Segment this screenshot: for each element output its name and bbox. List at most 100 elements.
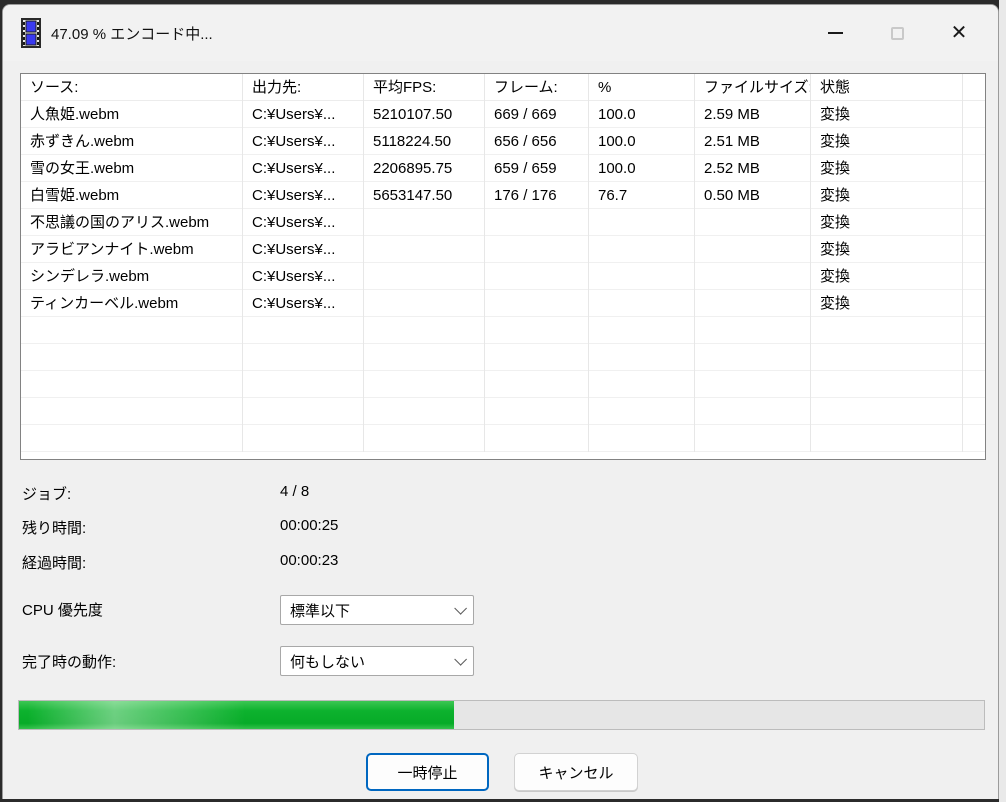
table-cell [485, 236, 589, 263]
table-cell [589, 344, 695, 371]
minimize-button[interactable] [804, 13, 866, 53]
table-cell [485, 371, 589, 398]
table-cell [963, 398, 985, 425]
table-cell: 176 / 176 [485, 182, 589, 209]
pause-button[interactable]: 一時停止 [366, 753, 489, 791]
table-cell [963, 371, 985, 398]
table-cell [485, 209, 589, 236]
table-cell [21, 371, 243, 398]
table-cell [21, 398, 243, 425]
table-row[interactable]: シンデレラ.webm C:¥Users¥... 変換 [21, 263, 985, 290]
table-cell [695, 290, 811, 317]
table-cell: C:¥Users¥... [243, 263, 364, 290]
table-cell [963, 128, 985, 155]
table-cell: 2206895.75 [364, 155, 485, 182]
table-cell [963, 209, 985, 236]
table-row[interactable]: ティンカーベル.webm C:¥Users¥... 変換 [21, 290, 985, 317]
table-cell [485, 425, 589, 452]
table-cell [485, 344, 589, 371]
completion-action-label: 完了時の動作: [22, 654, 117, 671]
table-row [21, 398, 985, 425]
table-cell [243, 371, 364, 398]
table-row [21, 371, 985, 398]
maximize-icon [890, 26, 904, 40]
column-header[interactable] [963, 74, 985, 101]
table-row[interactable]: 不思議の国のアリス.webm C:¥Users¥... 変換 [21, 209, 985, 236]
table-cell [485, 398, 589, 425]
column-header[interactable]: ソース: [21, 74, 243, 101]
table-cell: C:¥Users¥... [243, 290, 364, 317]
table-cell [589, 425, 695, 452]
table-cell [695, 263, 811, 290]
table-cell [963, 263, 985, 290]
job-list: ソース: 出力先: 平均FPS: フレーム:% ファイルサイズ: 状態 人魚姫.webm C… [20, 73, 986, 460]
table-cell [589, 371, 695, 398]
time-elapsed-label: 経過時間: [22, 555, 87, 572]
close-button[interactable]: ✕ [928, 13, 990, 53]
table-cell: C:¥Users¥... [243, 236, 364, 263]
table-cell [364, 344, 485, 371]
table-cell: C:¥Users¥... [243, 101, 364, 128]
table-cell: 白雪姫.webm [21, 182, 243, 209]
table-cell [963, 344, 985, 371]
table-cell [589, 263, 695, 290]
column-header[interactable]: 状態 [811, 74, 963, 101]
table-cell [963, 290, 985, 317]
table-cell: 5653147.50 [364, 182, 485, 209]
table-cell [364, 290, 485, 317]
cpu-priority-select[interactable]: 標準以下 [280, 595, 474, 625]
table-cell [811, 317, 963, 344]
table-cell [589, 398, 695, 425]
completion-action-value: 何もしない [290, 653, 366, 671]
table-row[interactable]: 人魚姫.webm C:¥Users¥... 5210107.50 669 / 669 1… [21, 101, 985, 128]
table-cell: 変換 [811, 236, 963, 263]
table-cell: 人魚姫.webm [21, 101, 243, 128]
table-cell [243, 425, 364, 452]
column-header[interactable]: 平均FPS: [364, 74, 485, 101]
table-cell [243, 344, 364, 371]
table-cell: 2.59 MB [695, 101, 811, 128]
table-cell: C:¥Users¥... [243, 209, 364, 236]
table-cell [695, 398, 811, 425]
column-header[interactable]: % [589, 74, 695, 101]
table-row[interactable]: アラビアンナイト.webm C:¥Users¥... 変換 [21, 236, 985, 263]
table-row[interactable]: 赤ずきん.webm C:¥Users¥... 5118224.50 656 / 656… [21, 128, 985, 155]
table-cell [364, 425, 485, 452]
table-cell: 雪の女王.webm [21, 155, 243, 182]
table-cell [243, 398, 364, 425]
background-strip [999, 0, 1006, 802]
time-remaining-value: 00:00:25 [280, 517, 339, 534]
cpu-priority-label: CPU 優先度 [22, 602, 103, 619]
table-row [21, 344, 985, 371]
table-cell: 変換 [811, 263, 963, 290]
completion-action-select[interactable]: 何もしない [280, 646, 474, 676]
maximize-button[interactable] [866, 13, 928, 53]
table-cell: 0.50 MB [695, 182, 811, 209]
cancel-button[interactable]: キャンセル [514, 753, 638, 791]
table-cell [21, 344, 243, 371]
title-bar: 47.09 % エンコード中... ✕ [3, 5, 998, 61]
column-header[interactable]: ファイルサイズ: [695, 74, 811, 101]
table-cell: シンデレラ.webm [21, 263, 243, 290]
table-cell [963, 101, 985, 128]
table-cell: 2.52 MB [695, 155, 811, 182]
table-cell [963, 182, 985, 209]
table-cell [364, 236, 485, 263]
column-header[interactable]: 出力先: [243, 74, 364, 101]
table-cell: 変換 [811, 209, 963, 236]
table-cell [811, 398, 963, 425]
table-cell [695, 317, 811, 344]
table-cell [485, 290, 589, 317]
table-row[interactable]: 雪の女王.webm C:¥Users¥... 2206895.75 659 / 659… [21, 155, 985, 182]
caption-controls: ✕ [804, 5, 990, 61]
table-cell: 656 / 656 [485, 128, 589, 155]
table-cell [811, 344, 963, 371]
job-count-label: ジョブ: [22, 486, 72, 503]
table-cell: 5118224.50 [364, 128, 485, 155]
table-cell: C:¥Users¥... [243, 155, 364, 182]
table-cell [589, 236, 695, 263]
table-cell: 100.0 [589, 155, 695, 182]
table-cell [589, 290, 695, 317]
table-row[interactable]: 白雪姫.webm C:¥Users¥... 5653147.50 176 / 176 7… [21, 182, 985, 209]
column-header[interactable]: フレーム: [485, 74, 589, 101]
